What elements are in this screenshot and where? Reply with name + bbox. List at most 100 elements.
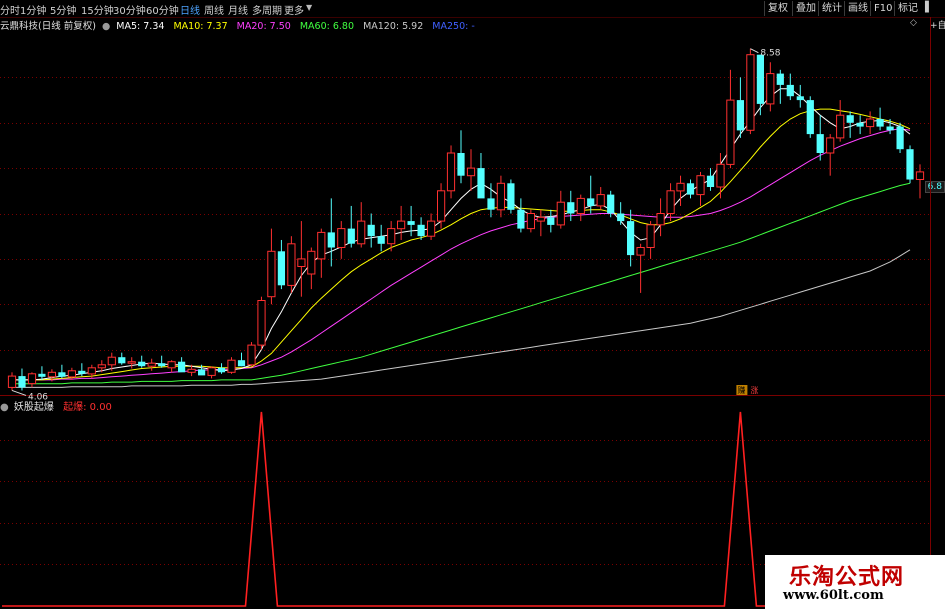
candle-down <box>567 202 575 214</box>
candle-down <box>78 370 86 374</box>
candle-down <box>178 361 186 373</box>
candle-down <box>457 153 465 176</box>
signal-tag-rise-label: 涨 <box>750 385 758 395</box>
candle-down <box>856 122 864 127</box>
candle-down <box>487 198 495 210</box>
signal-tag-buy-label: 赚 <box>737 385 745 395</box>
candle-up <box>656 213 665 226</box>
candle-down <box>736 100 744 131</box>
candle-up <box>127 361 136 364</box>
candle-down <box>237 360 246 367</box>
candle-up <box>227 359 236 373</box>
candle-up <box>636 247 645 256</box>
candle-up <box>676 182 685 192</box>
candle-up <box>397 220 406 230</box>
candle-down <box>367 224 375 237</box>
candle-down <box>158 363 166 367</box>
candle-up <box>257 300 266 346</box>
candle-up <box>427 220 436 237</box>
candle-up <box>107 356 116 366</box>
candle-down <box>18 376 26 388</box>
candle-down <box>517 209 525 229</box>
candle-up <box>307 250 316 275</box>
candle-up <box>337 228 346 249</box>
candle-down <box>686 183 695 195</box>
candle-up <box>666 190 675 215</box>
candle-up <box>167 361 176 369</box>
ma120-line <box>12 249 911 388</box>
candle-down <box>756 54 764 104</box>
candle-up <box>187 368 196 373</box>
candle-up <box>247 344 256 366</box>
watermark-title: 乐淘公式网 <box>789 564 905 590</box>
candle-down <box>776 73 784 85</box>
candle-up <box>317 231 326 260</box>
watermark-url: www.60lt.com <box>783 588 884 603</box>
candle-down <box>876 119 884 127</box>
low-marker <box>11 389 27 396</box>
candle-down <box>627 221 635 256</box>
candle-down <box>198 369 206 376</box>
candle-up <box>596 194 605 207</box>
candle-up <box>67 370 77 378</box>
candle-down <box>407 221 415 225</box>
candle-down <box>547 217 555 225</box>
candle-up <box>466 167 476 177</box>
candle-up <box>97 364 106 369</box>
candle-down <box>217 367 226 373</box>
candle-down <box>886 126 894 131</box>
candle-up <box>47 371 56 378</box>
candle-down <box>846 115 854 123</box>
candle-down <box>327 232 335 248</box>
candle-down <box>617 213 625 222</box>
candle-up <box>27 373 37 385</box>
candle-down <box>706 175 715 187</box>
candle-up <box>207 367 216 376</box>
candle-up <box>556 201 565 226</box>
candle-down <box>816 134 824 153</box>
high-label: 8.58 <box>760 49 780 59</box>
candle-down <box>507 183 515 210</box>
candle-up <box>866 118 875 128</box>
candle-down <box>58 372 66 377</box>
candle-down <box>38 373 46 377</box>
candle-up <box>915 171 925 180</box>
candle-up <box>267 250 276 298</box>
candle-down <box>138 361 146 367</box>
candlestick-chart: 8.58 4.06 赚涨 <box>0 17 945 609</box>
candle-down <box>796 96 804 101</box>
candle-up <box>496 182 505 211</box>
candle-up <box>357 220 366 245</box>
candle-up <box>836 114 845 139</box>
candle-down <box>906 149 914 180</box>
candle-down <box>118 357 126 364</box>
high-marker <box>750 48 759 54</box>
watermark: 乐淘公式网 www.60lt.com <box>765 555 945 609</box>
candle-up <box>646 224 655 249</box>
candle-down <box>607 194 615 214</box>
candle-down <box>277 251 285 286</box>
candle-down <box>786 84 794 97</box>
candle-up <box>576 197 585 214</box>
candle-down <box>417 224 425 237</box>
candle-down <box>377 236 385 244</box>
candle-up <box>746 54 755 131</box>
candle-down <box>347 228 355 244</box>
candle-up <box>297 258 306 267</box>
candle-up <box>726 99 735 165</box>
candle-down <box>896 126 904 150</box>
candle-up <box>287 243 296 286</box>
candle-up <box>766 73 775 105</box>
candle-down <box>806 100 814 135</box>
candle-up <box>147 362 156 367</box>
candle-up <box>437 190 446 222</box>
low-label: 4.06 <box>28 392 48 402</box>
candle-down <box>587 198 595 206</box>
candle-up <box>716 163 725 188</box>
candle-up <box>7 375 17 388</box>
candle-up <box>87 367 96 375</box>
candle-up <box>826 137 835 154</box>
candle-up <box>387 228 396 245</box>
candle-down <box>477 168 485 199</box>
candle-up <box>696 175 705 196</box>
